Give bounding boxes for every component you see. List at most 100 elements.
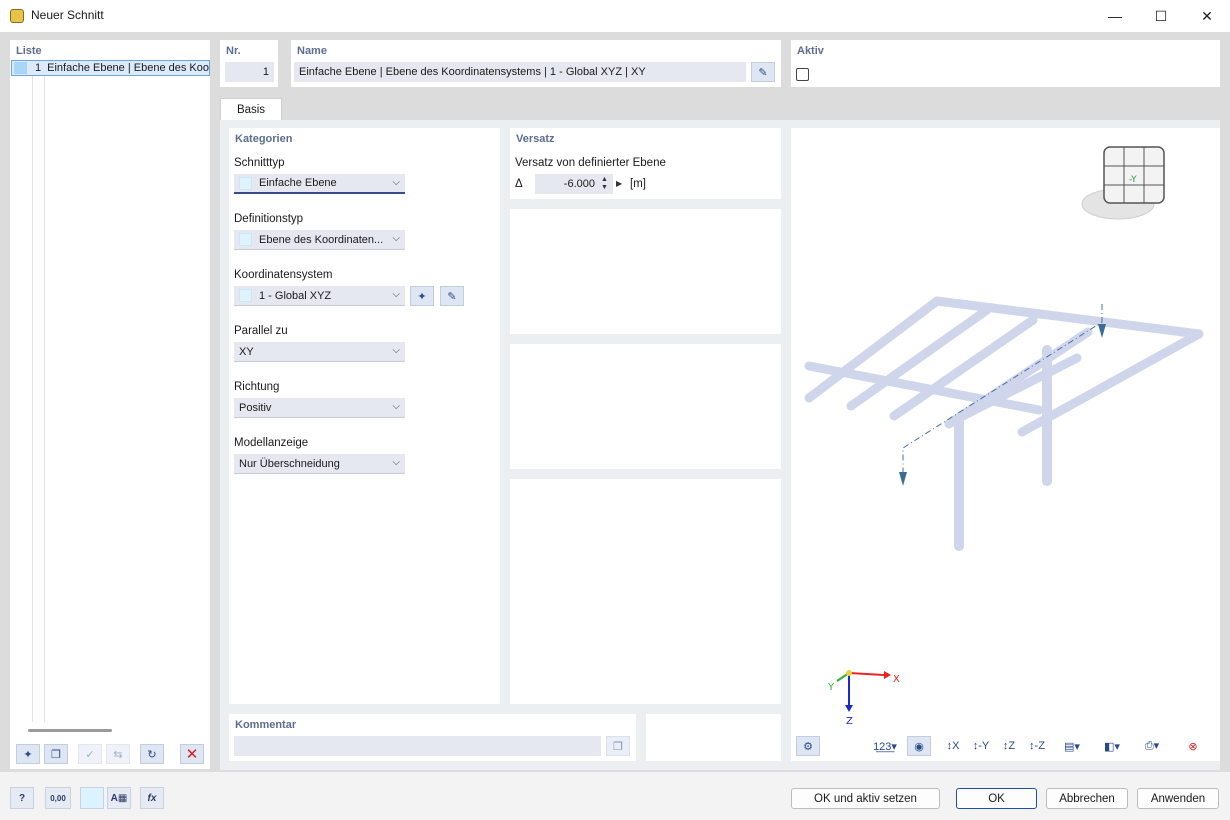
view-x-icon[interactable]: ↕X [941,736,965,756]
help-icon[interactable]: ? [10,787,34,809]
edit-coordsys-icon[interactable]: ✎ [440,286,464,306]
print-dropdown-icon[interactable]: ⎙▾ [1133,736,1171,756]
chevron-down-icon: ⌵ [392,457,400,468]
title-bar [0,0,1230,32]
visibility-icon[interactable]: ◉ [907,736,931,756]
numbering-dropdown-icon[interactable]: 1̲2̲3̲▾ [867,736,903,756]
chevron-down-icon: ⌵ [392,177,400,188]
modell-label: Modellanzeige [234,437,309,449]
empty-panel [510,344,781,469]
formula-icon[interactable]: fx [140,787,164,809]
nr-panel: Nr. 1 [220,40,278,87]
nr-label: Nr. [226,45,241,57]
list-item-color-icon [14,62,27,74]
spinner-arrows-icon[interactable]: ▲ ▼ [601,176,608,192]
nr-input[interactable]: 1 [225,62,274,82]
modell-select[interactable]: Nur Überschneidung ⌵ [234,454,405,474]
render-dropdown-icon[interactable]: ▤▾ [1053,736,1091,756]
view-minus-y-icon[interactable]: ↕-Y [969,736,993,756]
close-button[interactable]: ✕ [1184,0,1230,32]
versatz-panel: Versatz Versatz von definierter Ebene Δ … [510,128,781,199]
tree-line [32,76,33,722]
window-title: Neuer Schnitt [31,8,104,22]
schnitttyp-label: Schnitttyp [234,157,285,169]
kommentar-input[interactable] [234,736,601,756]
tree-line [44,76,45,722]
play-arrow-icon[interactable]: ▶ [616,179,622,188]
richtung-value: Positiv [239,401,272,414]
list-title: Liste [16,45,42,57]
reset-view-icon[interactable]: ⊗ [1181,736,1205,756]
chevron-down-icon: ⌵ [392,401,400,412]
list-item-label: Einfache Ebene | Ebene des Koordinatensy… [47,62,209,74]
color-icon[interactable] [80,787,104,809]
new-item-icon[interactable]: ✦ [16,744,40,764]
richtung-select[interactable]: Positiv ⌵ [234,398,405,418]
preview-panel: -Y X Y Z ⚙ 1̲2̲3̲▾ ◉ ↕X ↕-Y ↕Z ↕-Z ▤▾ ◧▾… [791,128,1220,761]
load-arrow-icon [899,472,907,486]
schnitttyp-select[interactable]: Einfache Ebene ⌵ [234,174,405,194]
versatz-title: Versatz [516,133,555,145]
name-input[interactable]: Einfache Ebene | Ebene des Koordinatensy… [294,62,746,82]
ok-button[interactable]: OK [956,788,1037,809]
load-arrow-icon [1098,324,1106,338]
categories-title: Kategorien [235,133,293,145]
tab-basis[interactable]: Basis [220,98,282,121]
display-dropdown-icon[interactable]: ◧▾ [1093,736,1131,756]
check-items-icon[interactable]: ✓ [78,744,102,764]
definitionstyp-label: Definitionstyp [234,213,304,225]
model-preview[interactable]: -Y X Y Z [791,128,1220,761]
categories-panel: Kategorien Schnitttyp Einfache Ebene ⌵ D… [229,128,500,704]
minimize-button[interactable]: — [1092,0,1138,32]
name-label: Name [297,45,327,57]
active-panel: Aktiv [791,40,1220,87]
display-options-icon[interactable]: A▦ [107,787,131,809]
delete-icon[interactable]: ✕ [180,744,204,764]
color-chip [239,289,252,302]
delta-symbol: Δ [515,178,523,190]
app-icon [10,9,24,23]
structure-frame [804,296,1204,551]
preview-settings-icon[interactable]: ⚙ [796,736,820,756]
active-label: Aktiv [797,45,824,57]
color-chip [239,176,252,190]
edit-name-icon[interactable]: ✎ [751,62,775,82]
definitionstyp-select[interactable]: Ebene des Koordinaten... ⌵ [234,230,405,250]
axis-y-label: Y [827,682,835,693]
view-minus-z-icon[interactable]: ↕-Z [1025,736,1049,756]
renumber-icon[interactable]: ↻ [140,744,164,764]
apply-button[interactable]: Anwenden [1137,788,1219,809]
link-items-icon[interactable]: ⇆ [106,744,130,764]
list-panel: Liste 1 Einfache Ebene | Ebene des Koord… [10,40,210,769]
koordsys-select[interactable]: 1 - Global XYZ ⌵ [234,286,405,306]
cancel-button[interactable]: Abbrechen [1046,788,1128,809]
copy-item-icon[interactable]: ❐ [44,744,68,764]
axis-z-label: Z [846,716,853,727]
new-coordsys-icon[interactable]: ✦ [410,286,434,306]
kommentar-title: Kommentar [235,719,297,731]
axis-triad-icon: X Y Z [827,670,900,727]
list-item-nr: 1 [35,62,42,74]
parallel-select[interactable]: XY ⌵ [234,342,405,362]
koordsys-label: Koordinatensystem [234,269,333,281]
kommentar-panel: Kommentar ❐ [229,714,636,761]
maximize-button[interactable]: ☐ [1138,0,1184,32]
koordsys-value: 1 - Global XYZ [259,289,332,302]
color-chip [239,233,252,246]
versatz-unit: [m] [630,178,646,190]
active-checkbox[interactable] [796,68,809,81]
list-item[interactable]: 1 Einfache Ebene | Ebene des Koordinaten… [11,60,210,76]
definitionstyp-value: Ebene des Koordinaten... [259,233,384,246]
parallel-label: Parallel zu [234,325,288,337]
view-z-icon[interactable]: ↕Z [997,736,1021,756]
richtung-label: Richtung [234,381,280,393]
units-icon[interactable]: 0,00 [45,787,71,809]
schnitttyp-value: Einfache Ebene [259,177,337,189]
list-scrollbar[interactable] [28,729,112,732]
view-cube-icon[interactable]: -Y [1081,146,1165,220]
chevron-down-icon: ⌵ [392,289,400,300]
ok-active-button[interactable]: OK und aktiv setzen [791,788,940,809]
comment-library-icon[interactable]: ❐ [606,736,630,756]
empty-panel [510,479,781,704]
modell-value: Nur Überschneidung [239,457,340,470]
